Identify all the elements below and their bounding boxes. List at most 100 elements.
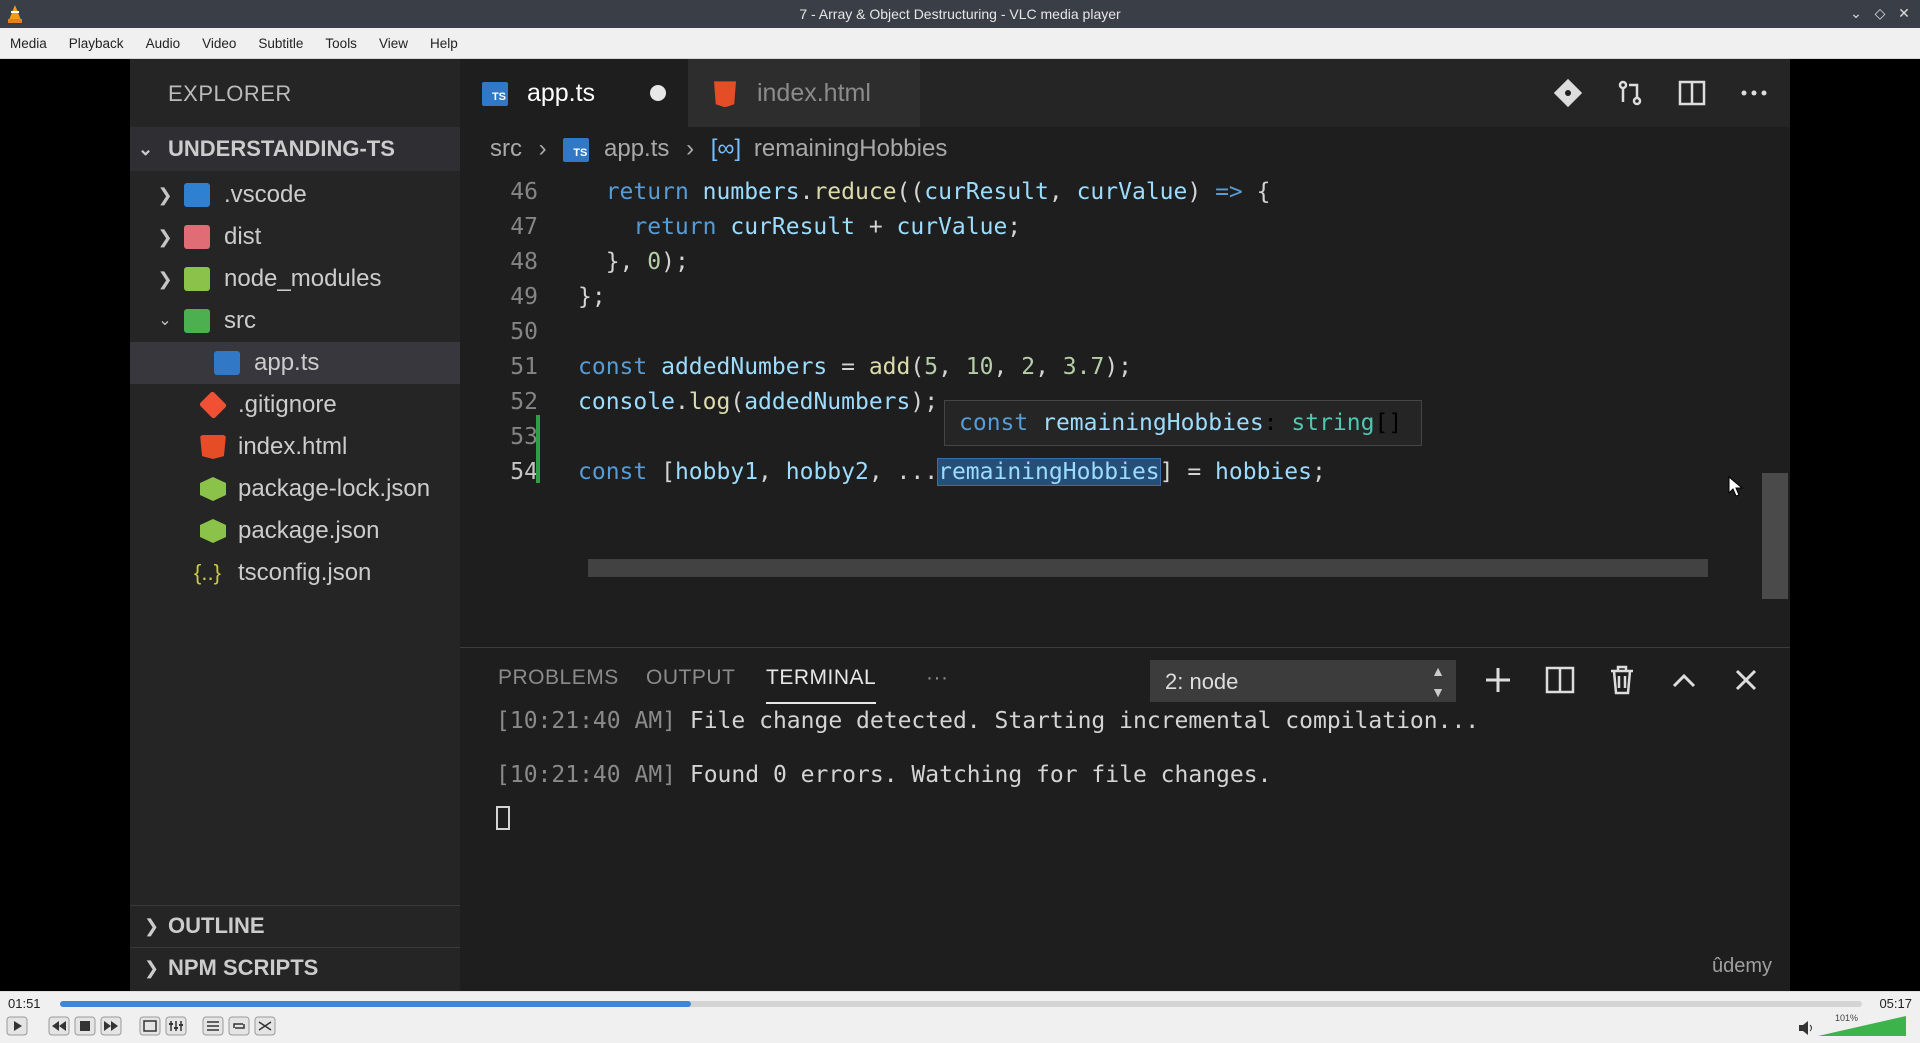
player-controls: 01:51 05:17 101% bbox=[0, 991, 1920, 1043]
previous-icon[interactable] bbox=[48, 1016, 70, 1036]
menu-playback[interactable]: Playback bbox=[59, 36, 136, 51]
elapsed-time: 01:51 bbox=[8, 996, 41, 1011]
typescript-file-icon: TS bbox=[563, 137, 590, 162]
code-line-47: return curResult + curValue; bbox=[633, 214, 1022, 240]
loop-icon[interactable] bbox=[228, 1016, 250, 1036]
hover-tooltip: const remainingHobbies: string[] bbox=[944, 400, 1422, 446]
menu-video[interactable]: Video bbox=[192, 36, 248, 51]
npm-scripts-section: ❯ NPM SCRIPTS bbox=[130, 947, 460, 988]
chevron-right-icon: ❯ bbox=[144, 916, 160, 936]
trash-icon[interactable] bbox=[1604, 662, 1640, 698]
src-folder-icon bbox=[184, 309, 210, 333]
maximize-panel-icon[interactable] bbox=[1666, 662, 1702, 698]
npm-scripts-label: NPM SCRIPTS bbox=[168, 955, 319, 980]
play-icon[interactable] bbox=[6, 1016, 28, 1036]
code-line-49: }; bbox=[578, 284, 606, 310]
tab-app-ts: TS app.ts bbox=[460, 59, 688, 127]
terminal-timestamp: [10:21:40 AM] bbox=[496, 762, 677, 788]
breadcrumb-src: src bbox=[490, 135, 522, 162]
close-icon[interactable]: ✕ bbox=[1896, 5, 1912, 22]
next-icon[interactable] bbox=[100, 1016, 122, 1036]
breadcrumb-app-ts: app.ts bbox=[604, 135, 670, 162]
variable-symbol-icon: [∞] bbox=[710, 135, 742, 162]
add-terminal-icon[interactable] bbox=[1480, 662, 1516, 698]
fullscreen-icon[interactable] bbox=[139, 1016, 161, 1036]
tree-item-label: .gitignore bbox=[238, 391, 337, 418]
typescript-file-icon bbox=[214, 351, 240, 375]
split-terminal-icon[interactable] bbox=[1542, 662, 1578, 698]
nodejs-icon bbox=[200, 519, 226, 543]
explorer-title: EXPLORER bbox=[168, 81, 292, 106]
line-number: 51 bbox=[510, 354, 538, 380]
code-editor[interactable]: 46 47 48 49 50 51 52 53 54 return number… bbox=[460, 171, 1790, 599]
terminal-line: [10:21:40 AM] File change detected. Star… bbox=[496, 708, 1479, 734]
scrollbar-thumb[interactable] bbox=[1762, 473, 1788, 599]
dist-folder-icon bbox=[184, 225, 210, 249]
line-number: 46 bbox=[510, 179, 538, 205]
chevron-right-icon: › bbox=[538, 135, 547, 162]
line-number: 54 bbox=[510, 459, 538, 485]
menu-subtitle[interactable]: Subtitle bbox=[248, 36, 315, 51]
tree-item-label: node_modules bbox=[224, 265, 382, 292]
outline-label: OUTLINE bbox=[168, 913, 265, 938]
volume-percent: 101% bbox=[1834, 1013, 1858, 1023]
chevron-updown-icon: ▲ ▼ bbox=[1431, 663, 1445, 700]
menu-media[interactable]: Media bbox=[0, 36, 59, 51]
editor-vertical-scrollbar[interactable] bbox=[1760, 171, 1790, 599]
chevron-right-icon: › bbox=[686, 135, 695, 162]
seek-bar[interactable] bbox=[60, 1001, 1862, 1007]
tree-item-label: index.html bbox=[238, 433, 348, 460]
menu-tools[interactable]: Tools bbox=[315, 36, 369, 51]
menu-help[interactable]: Help bbox=[420, 36, 470, 51]
stop-icon[interactable] bbox=[74, 1016, 96, 1036]
typescript-file-icon: TS bbox=[482, 82, 508, 107]
breadcrumb-symbol: remainingHobbies bbox=[753, 135, 948, 162]
terminal-timestamp: [10:21:40 AM] bbox=[496, 708, 677, 734]
window-title: 7 - Array & Object Destructuring - VLC m… bbox=[799, 6, 1121, 22]
more-actions-icon bbox=[1738, 77, 1770, 109]
tree-item-dist: ❯ dist bbox=[130, 216, 460, 258]
maximize-icon[interactable]: ◇ bbox=[1872, 5, 1888, 22]
terminal-select[interactable]: 2: node ▲ ▼ bbox=[1150, 660, 1456, 702]
tab-terminal[interactable]: TERMINAL bbox=[766, 666, 877, 704]
video-area[interactable]: EXPLORER ⌄ UNDERSTANDING-TS ❯ .vscode ❯ … bbox=[0, 59, 1920, 991]
split-editor-icon bbox=[1676, 77, 1708, 109]
chevron-right-icon: ❯ bbox=[144, 958, 160, 978]
vscode-frame: EXPLORER ⌄ UNDERSTANDING-TS ❯ .vscode ❯ … bbox=[130, 59, 1790, 991]
tab-label: index.html bbox=[756, 79, 871, 107]
chevron-right-icon: ❯ bbox=[157, 185, 173, 205]
tab-output[interactable]: OUTPUT bbox=[646, 666, 735, 690]
tree-item-gitignore: .gitignore bbox=[130, 384, 460, 426]
html5-icon bbox=[200, 435, 226, 459]
line-number: 47 bbox=[510, 214, 538, 240]
shuffle-icon[interactable] bbox=[254, 1016, 276, 1036]
code-line-48: }, 0); bbox=[578, 249, 689, 275]
line-number: 49 bbox=[510, 284, 538, 310]
panel-more-icon[interactable]: ··· bbox=[926, 666, 948, 690]
extended-settings-icon[interactable] bbox=[165, 1016, 187, 1036]
minimize-icon[interactable]: ⌄ bbox=[1848, 5, 1864, 22]
line-number: 48 bbox=[510, 249, 538, 275]
tab-problems[interactable]: PROBLEMS bbox=[498, 666, 619, 690]
editor-horizontal-scrollbar[interactable] bbox=[588, 559, 1708, 577]
node-folder-icon bbox=[184, 267, 210, 291]
terminal-line: [10:21:40 AM] Found 0 errors. Watching f… bbox=[496, 762, 1271, 788]
line-number: 50 bbox=[510, 319, 538, 345]
volume-slider[interactable] bbox=[1818, 1014, 1908, 1038]
editor-tabs: TS app.ts index.html bbox=[460, 59, 1790, 127]
code-line-46: return numbers.reduce((curResult, curVal… bbox=[605, 179, 1271, 205]
close-panel-icon[interactable] bbox=[1728, 662, 1764, 698]
menu-audio[interactable]: Audio bbox=[136, 36, 193, 51]
mouse-cursor-icon bbox=[1728, 476, 1744, 497]
menu-view[interactable]: View bbox=[369, 36, 420, 51]
chevron-right-icon: ❯ bbox=[157, 227, 173, 247]
tree-item-label: package.json bbox=[238, 517, 380, 544]
tree-item-package-json: package.json bbox=[130, 510, 460, 552]
tree-item-app-ts: app.ts bbox=[130, 342, 460, 384]
chevron-down-icon: ⌄ bbox=[138, 139, 154, 159]
playlist-icon[interactable] bbox=[202, 1016, 224, 1036]
speaker-icon[interactable] bbox=[1798, 1020, 1816, 1036]
tree-item-vscode: ❯ .vscode bbox=[130, 174, 460, 216]
selected-identifier: remainingHobbies bbox=[937, 458, 1161, 486]
udemy-watermark: ûdemy bbox=[1711, 955, 1772, 977]
